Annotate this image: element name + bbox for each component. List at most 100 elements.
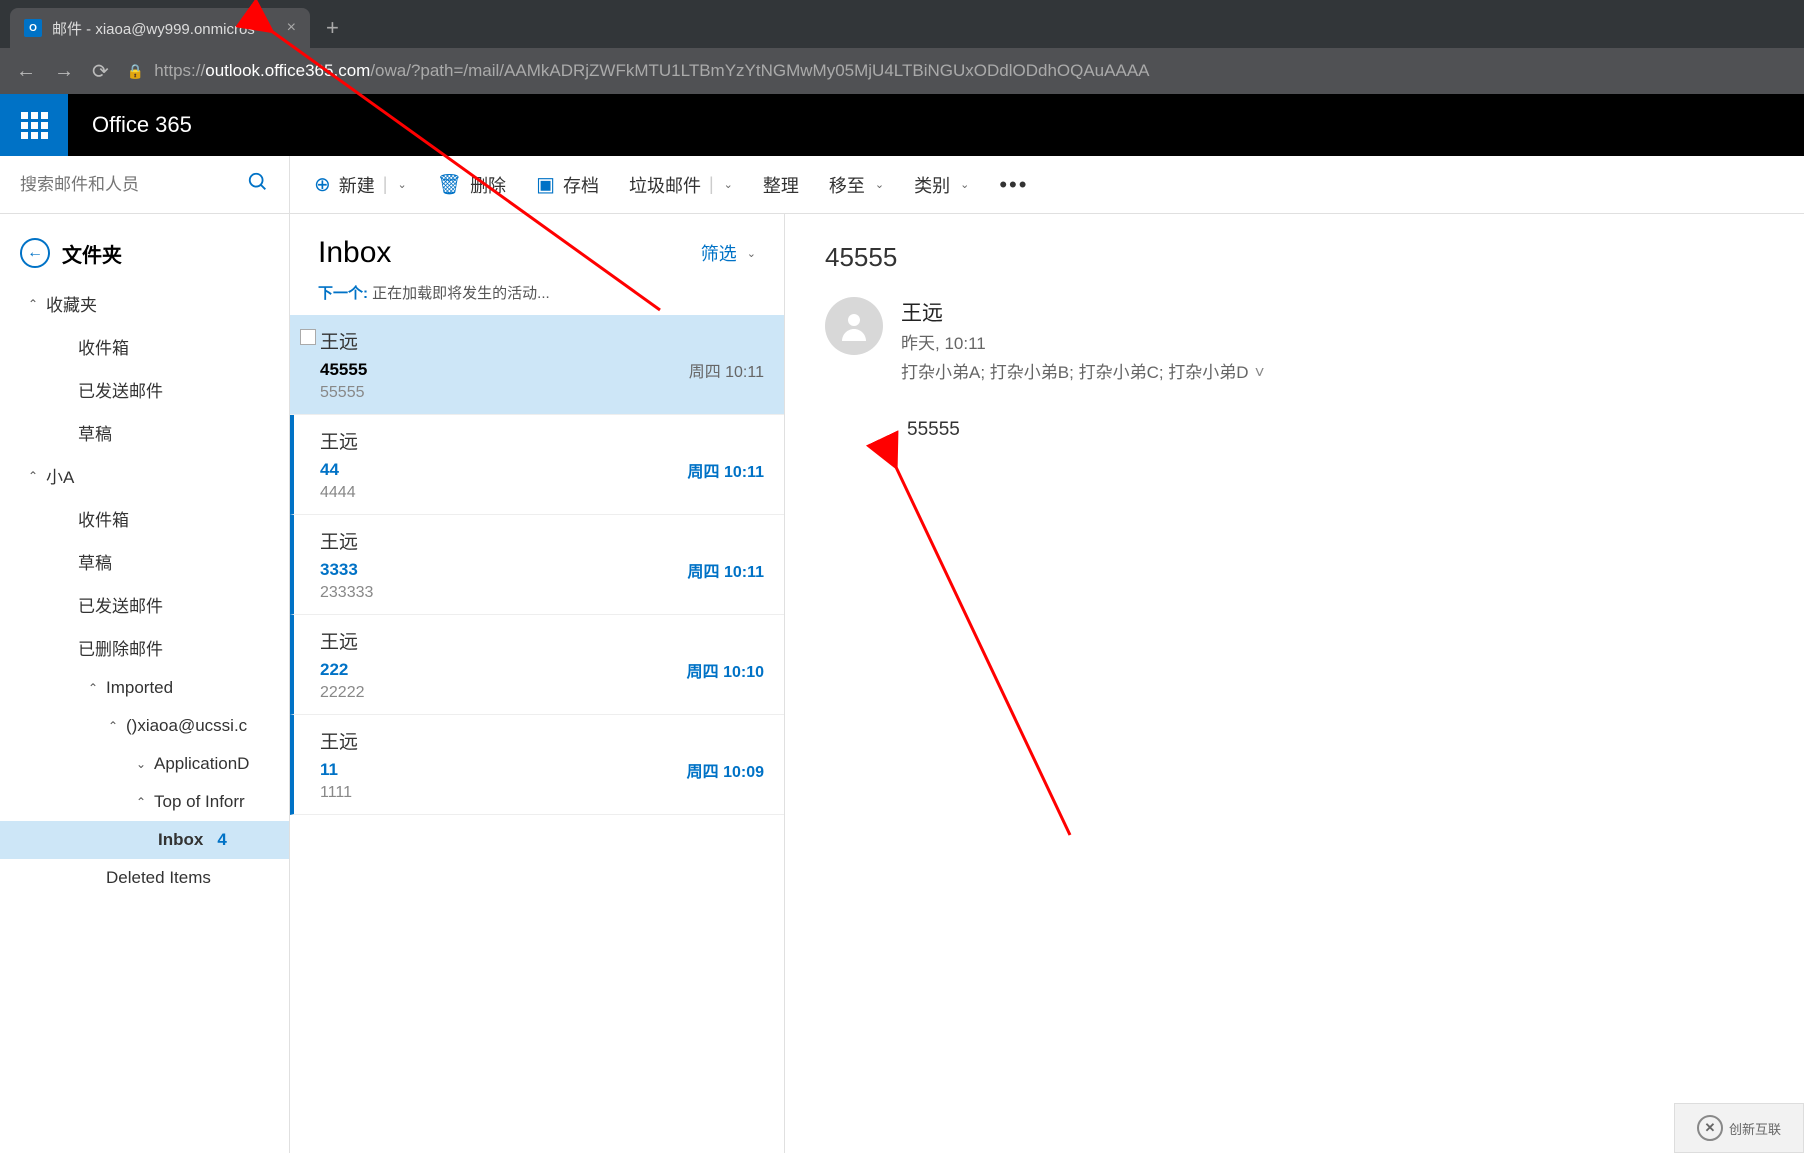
reading-pane: 45555 王远 昨天, 10:11 打杂小弟A; 打杂小弟B; 打杂小弟C; … xyxy=(785,214,1804,1153)
message-subject: 222 xyxy=(320,660,687,680)
watermark: ✕ 创新互联 xyxy=(1674,1103,1804,1153)
tree-fav-sent[interactable]: 已发送邮件 xyxy=(0,368,289,411)
checkbox[interactable] xyxy=(300,329,316,345)
trash-icon: 🗑 xyxy=(437,172,462,197)
message-from: 王远 xyxy=(320,427,764,454)
folder-tree: ← 文件夹 ⌃收藏夹 收件箱 已发送邮件 草稿 ⌃小A 收件箱 草稿 已发送邮件… xyxy=(0,214,289,915)
sweep-button[interactable]: 整理 xyxy=(763,172,799,198)
message-preview: 233333 xyxy=(320,584,764,602)
tree-imported-account[interactable]: ⌃()xiaoa@ucssi.c xyxy=(0,707,289,745)
tree-inbox[interactable]: Inbox4 xyxy=(0,821,289,859)
brand-label: Office 365 xyxy=(92,112,192,138)
browser-tab-strip: O 邮件 - xiaoa@wy999.onmicros × + xyxy=(0,0,1804,48)
new-button[interactable]: ⊕ 新建 |⌄ xyxy=(314,172,407,198)
message-from: 王远 xyxy=(320,527,764,554)
url-path: /owa/?path=/mail/AAMkADRjZWFkMTU1LTBmYzY… xyxy=(370,61,1149,80)
watermark-text: 创新互联 xyxy=(1729,1119,1781,1138)
message-item[interactable]: 王远 3333周四 10:11 233333 xyxy=(290,515,784,615)
category-button[interactable]: 类别⌄ xyxy=(914,172,969,198)
chevron-down-icon: ⌄ xyxy=(747,247,756,260)
message-time: 周四 10:11 xyxy=(689,358,764,382)
message-item[interactable]: 王远 222周四 10:10 22222 xyxy=(290,615,784,715)
new-tab-button[interactable]: + xyxy=(310,8,355,48)
junk-button[interactable]: 垃圾邮件 |⌄ xyxy=(629,172,733,198)
back-icon[interactable]: ← xyxy=(16,60,36,83)
message-subject: 44 xyxy=(320,460,688,480)
lock-icon: 🔒 xyxy=(127,63,144,80)
tree-group-a[interactable]: ⌃小A xyxy=(0,454,289,497)
reload-icon[interactable]: ⟳ xyxy=(92,59,109,84)
o365-header: Office 365 xyxy=(0,94,1804,156)
search-input[interactable] xyxy=(20,175,247,195)
tree-a-deleted[interactable]: 已删除邮件 xyxy=(0,626,289,669)
sender-name: 王远 xyxy=(901,297,1265,327)
person-icon xyxy=(836,308,872,344)
list-title: Inbox xyxy=(318,236,701,270)
url-scheme: https:// xyxy=(154,61,205,80)
tree-top-of-info[interactable]: ⌃Top of Inforr xyxy=(0,783,289,821)
url-box[interactable]: 🔒 https://outlook.office365.com/owa/?pat… xyxy=(127,61,1150,81)
search-icon[interactable] xyxy=(247,171,269,199)
sender-time: 昨天, 10:11 xyxy=(901,329,1265,354)
tree-a-drafts[interactable]: 草稿 xyxy=(0,540,289,583)
tree-fav-drafts[interactable]: 草稿 xyxy=(0,411,289,454)
browser-address-bar: ← → ⟳ 🔒 https://outlook.office365.com/ow… xyxy=(0,48,1804,94)
agenda-next: 下一个: 正在加载即将发生的活动... xyxy=(290,276,784,315)
url-host: outlook.office365.com xyxy=(205,61,370,80)
recipients[interactable]: 打杂小弟A; 打杂小弟B; 打杂小弟C; 打杂小弟D˅ xyxy=(901,358,1265,383)
message-from: 王远 xyxy=(320,727,764,754)
browser-tab[interactable]: O 邮件 - xiaoa@wy999.onmicros × xyxy=(10,8,310,48)
more-actions-button[interactable]: ••• xyxy=(999,172,1028,198)
folders-header: ← 文件夹 xyxy=(0,232,289,282)
chevron-down-icon[interactable]: ⌄ xyxy=(875,178,884,191)
message-item[interactable]: 王远 44周四 10:11 4444 xyxy=(290,415,784,515)
delete-button[interactable]: 🗑 删除 xyxy=(437,172,506,198)
tree-imported[interactable]: ⌃Imported xyxy=(0,669,289,707)
outlook-favicon: O xyxy=(24,19,42,37)
filter-button[interactable]: 筛选⌄ xyxy=(701,240,756,266)
chevron-down-icon[interactable]: ⌄ xyxy=(724,178,733,191)
tree-a-sent[interactable]: 已发送邮件 xyxy=(0,583,289,626)
close-icon[interactable]: × xyxy=(287,19,296,37)
expand-recipients-icon[interactable]: ˅ xyxy=(1255,363,1265,382)
message-subject: 3333 xyxy=(320,560,688,580)
collapse-folders-icon[interactable]: ← xyxy=(20,238,50,268)
app-launcher-button[interactable] xyxy=(0,94,68,156)
plus-circle-icon: ⊕ xyxy=(314,172,331,197)
message-item[interactable]: 王远 45555周四 10:11 55555 xyxy=(290,315,784,415)
chevron-down-icon[interactable]: ⌄ xyxy=(960,178,969,191)
forward-icon[interactable]: → xyxy=(54,60,74,83)
message-item[interactable]: 王远 11周四 10:09 1111 xyxy=(290,715,784,815)
archive-icon: ▣ xyxy=(536,172,555,197)
tree-deleted-items[interactable]: Deleted Items xyxy=(0,859,289,897)
message-subject: 45555 xyxy=(320,360,689,380)
move-button[interactable]: 移至⌄ xyxy=(829,172,884,198)
tree-application-data[interactable]: ⌄ApplicationD xyxy=(0,745,289,783)
chevron-down-icon[interactable]: ⌄ xyxy=(397,178,406,191)
message-list-pane: Inbox 筛选⌄ 下一个: 正在加载即将发生的活动... 王远45555周四 … xyxy=(290,214,785,1153)
message-preview: 4444 xyxy=(320,484,764,502)
archive-button[interactable]: ▣ 存档 xyxy=(536,172,599,198)
message-subject: 11 xyxy=(320,760,687,780)
message-time: 周四 10:11 xyxy=(688,458,765,482)
avatar[interactable] xyxy=(825,297,883,355)
message-time: 周四 10:09 xyxy=(687,758,764,782)
message-time: 周四 10:10 xyxy=(687,658,764,682)
search-row xyxy=(0,156,289,214)
message-preview: 1111 xyxy=(320,784,764,802)
message-preview: 22222 xyxy=(320,684,764,702)
tab-title: 邮件 - xiaoa@wy999.onmicros xyxy=(52,18,255,39)
command-toolbar: ⊕ 新建 |⌄ 🗑 删除 ▣ 存档 垃圾邮件 |⌄ 整理 移至⌄ 类别⌄ xyxy=(290,156,1804,214)
reading-subject: 45555 xyxy=(825,242,1764,273)
message-preview: 55555 xyxy=(320,384,764,402)
message-time: 周四 10:11 xyxy=(688,558,765,582)
tree-fav-inbox[interactable]: 收件箱 xyxy=(0,325,289,368)
folders-title: 文件夹 xyxy=(62,239,122,268)
message-from: 王远 xyxy=(320,327,764,354)
message-body: 55555 xyxy=(907,419,1764,441)
tree-favorites[interactable]: ⌃收藏夹 xyxy=(0,282,289,325)
tree-a-inbox[interactable]: 收件箱 xyxy=(0,497,289,540)
waffle-icon xyxy=(21,112,48,139)
unread-count: 4 xyxy=(217,830,226,850)
message-from: 王远 xyxy=(320,627,764,654)
